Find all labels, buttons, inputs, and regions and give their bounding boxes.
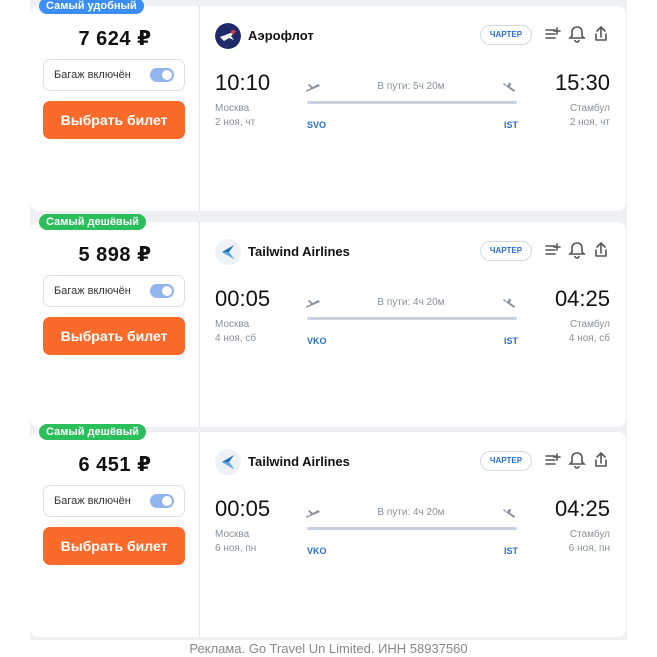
baggage-toggle-row[interactable]: Багаж включён — [43, 59, 185, 91]
arrival-time: 04:25 — [554, 286, 610, 311]
tailwind-logo-icon — [215, 449, 241, 475]
departure-city: Москва — [215, 103, 250, 114]
airline-name: Аэрофлот — [248, 28, 314, 43]
price-panel: Самый удобный 7 624 ₽ Багаж включён Выбр… — [30, 0, 200, 211]
arrival-city: Стамбул — [569, 103, 610, 114]
toggle-knob — [162, 70, 172, 80]
bell-icon[interactable] — [567, 450, 587, 470]
departure-date: 4 ноя, сб — [215, 333, 257, 344]
ticket-card: Самый дешёвый 5 898 ₽ Багаж включён Выбр… — [30, 214, 626, 427]
toggle-knob — [162, 286, 172, 296]
flight-duration: В пути: 4ч 20м — [377, 297, 445, 308]
route-line — [307, 101, 517, 104]
takeoff-icon — [306, 510, 320, 518]
baggage-label: Багаж включён — [54, 495, 131, 507]
departure-airport-code: VKO — [307, 546, 327, 556]
ticket-price: 7 624 ₽ — [78, 28, 152, 50]
baggage-toggle-row[interactable]: Багаж включён — [43, 275, 185, 307]
baggage-toggle-row[interactable]: Багаж включён — [43, 485, 185, 517]
arrival-date: 2 ноя, чт — [569, 117, 610, 128]
bell-icon[interactable] — [567, 24, 587, 44]
share-icon[interactable] — [591, 450, 611, 470]
departure-city: Москва — [215, 529, 250, 540]
arrival-date: 4 ноя, сб — [568, 333, 610, 344]
ticket-results-page: Самый удобный 7 624 ₽ Багаж включён Выбр… — [0, 0, 657, 657]
ticket-price: 5 898 ₽ — [78, 244, 152, 266]
ad-disclaimer: Реклама. Go Travel Un Limited. ИНН 58937… — [0, 640, 657, 657]
departure-airport-code: SVO — [307, 120, 327, 130]
add-to-list-icon[interactable] — [543, 240, 563, 260]
baggage-label: Багаж включён — [54, 285, 131, 297]
toggle-knob — [162, 496, 172, 506]
baggage-toggle[interactable] — [150, 284, 174, 298]
arrival-city: Стамбул — [569, 319, 610, 330]
landing-icon — [503, 509, 515, 518]
price-panel: Самый дешёвый 5 898 ₽ Багаж включён Выбр… — [30, 214, 200, 427]
flight-duration: В пути: 4ч 20м — [377, 507, 445, 518]
ticket-card: Самый удобный 7 624 ₽ Багаж включён Выбр… — [30, 0, 626, 211]
departure-time: 00:05 — [215, 286, 271, 311]
departure-airport-code: VKO — [307, 336, 327, 346]
takeoff-icon — [306, 84, 320, 92]
departure-date: 2 ноя, чт — [215, 117, 256, 128]
flight-details: Tailwind Airlines ЧАРТЕР 00:05 Москва 4 … — [201, 222, 626, 427]
baggage-toggle[interactable] — [150, 68, 174, 82]
bell-icon[interactable] — [567, 240, 587, 260]
charter-badge: ЧАРТЕР — [480, 25, 532, 45]
badge-cheapest: Самый дешёвый — [39, 214, 146, 230]
departure-date: 6 ноя, пн — [215, 543, 257, 554]
arrival-time: 04:25 — [554, 496, 610, 521]
ticket-price: 6 451 ₽ — [78, 454, 152, 476]
route-line — [307, 317, 517, 320]
badge-convenient: Самый удобный — [39, 0, 144, 14]
flight-duration: В пути: 5ч 20м — [377, 81, 445, 92]
add-to-list-icon[interactable] — [543, 450, 563, 470]
share-icon[interactable] — [591, 24, 611, 44]
departure-time: 00:05 — [215, 496, 271, 521]
charter-badge: ЧАРТЕР — [480, 241, 532, 261]
airline-name: Tailwind Airlines — [248, 244, 350, 259]
landing-icon — [503, 299, 515, 308]
landing-icon — [503, 83, 515, 92]
select-ticket-button[interactable]: Выбрать билет — [43, 527, 185, 565]
badge-cheapest: Самый дешёвый — [39, 424, 146, 440]
add-to-list-icon[interactable] — [543, 24, 563, 44]
price-panel: Самый дешёвый 6 451 ₽ Багаж включён Выбр… — [30, 424, 200, 637]
aeroflot-logo-icon — [215, 23, 241, 49]
charter-badge: ЧАРТЕР — [480, 451, 532, 471]
flight-details: Аэрофлот ЧАРТЕР 10:10 Москва 2 ноя, чт В… — [201, 6, 626, 211]
share-icon[interactable] — [591, 240, 611, 260]
select-ticket-button[interactable]: Выбрать билет — [43, 317, 185, 355]
takeoff-icon — [306, 300, 320, 308]
departure-time: 10:10 — [215, 70, 271, 95]
arrival-time: 15:30 — [554, 70, 610, 95]
select-ticket-button[interactable]: Выбрать билет — [43, 101, 185, 139]
arrival-airport-code: IST — [504, 336, 519, 346]
arrival-city: Стамбул — [569, 529, 610, 540]
tailwind-logo-icon — [215, 239, 241, 265]
arrival-date: 6 ноя, пн — [568, 543, 610, 554]
baggage-toggle[interactable] — [150, 494, 174, 508]
arrival-airport-code: IST — [504, 546, 519, 556]
arrival-airport-code: IST — [504, 120, 519, 130]
route-line — [307, 527, 517, 530]
flight-details: Tailwind Airlines ЧАРТЕР 00:05 Москва 6 … — [201, 432, 626, 637]
departure-city: Москва — [215, 319, 250, 330]
baggage-label: Багаж включён — [54, 69, 131, 81]
airline-name: Tailwind Airlines — [248, 454, 350, 469]
ticket-card: Самый дешёвый 6 451 ₽ Багаж включён Выбр… — [30, 424, 626, 637]
